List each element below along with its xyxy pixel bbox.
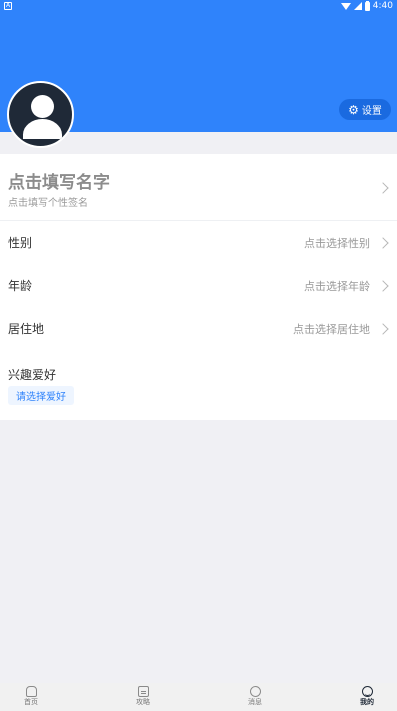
profile-icon <box>361 686 373 697</box>
signature-placeholder: 点击填写个性签名 <box>8 198 88 209</box>
bottom-tab-bar: 首页 攻略 消息 我的 <box>0 683 397 711</box>
signal-icon <box>353 2 362 10</box>
avatar[interactable] <box>7 81 74 148</box>
age-value: 点击选择年龄 <box>304 280 370 293</box>
guide-icon <box>137 686 149 697</box>
gender-row[interactable]: 性别 点击选择性别 <box>0 221 397 264</box>
gear-icon: ⚙ <box>348 102 359 117</box>
battery-icon <box>364 0 370 11</box>
select-hobby-button[interactable]: 请选择爱好 <box>8 386 74 405</box>
chevron-right-icon <box>377 237 389 249</box>
wifi-icon <box>340 2 351 10</box>
tab-home-label: 首页 <box>24 698 38 706</box>
chevron-right-icon <box>377 182 389 194</box>
tab-mine[interactable]: 我的 <box>339 686 395 710</box>
profile-card: 点击填写名字 点击填写个性签名 性别 点击选择性别 年龄 点击选择年龄 居住地 … <box>0 154 397 420</box>
gender-label: 性别 <box>8 236 33 250</box>
age-label: 年龄 <box>8 279 33 293</box>
avatar-body-icon <box>23 119 62 139</box>
notification-icon: A <box>4 2 12 10</box>
tab-messages-label: 消息 <box>248 698 262 706</box>
gender-value: 点击选择性别 <box>304 237 370 250</box>
chevron-right-icon <box>377 323 389 335</box>
home-icon <box>25 686 37 697</box>
tab-guide[interactable]: 攻略 <box>115 686 171 710</box>
tab-messages[interactable]: 消息 <box>227 686 283 710</box>
name-placeholder: 点击填写名字 <box>8 173 110 193</box>
name-row[interactable]: 点击填写名字 点击填写个性签名 <box>0 154 397 221</box>
chevron-right-icon <box>377 280 389 292</box>
settings-button[interactable]: ⚙ 设置 <box>339 99 391 120</box>
status-icons: 4:40 <box>340 0 393 12</box>
residence-row[interactable]: 居住地 点击选择居住地 <box>0 307 397 350</box>
residence-value: 点击选择居住地 <box>293 323 370 336</box>
avatar-head-icon <box>31 95 54 118</box>
status-time: 4:40 <box>372 1 393 11</box>
tab-guide-label: 攻略 <box>136 698 150 706</box>
tab-mine-label: 我的 <box>360 698 374 706</box>
hobbies-title: 兴趣爱好 <box>8 368 57 382</box>
tab-home[interactable]: 首页 <box>3 686 59 710</box>
message-icon <box>249 686 261 697</box>
residence-label: 居住地 <box>8 322 45 336</box>
status-bar: A 4:40 <box>0 0 397 12</box>
settings-label: 设置 <box>361 106 382 117</box>
age-row[interactable]: 年龄 点击选择年龄 <box>0 264 397 307</box>
